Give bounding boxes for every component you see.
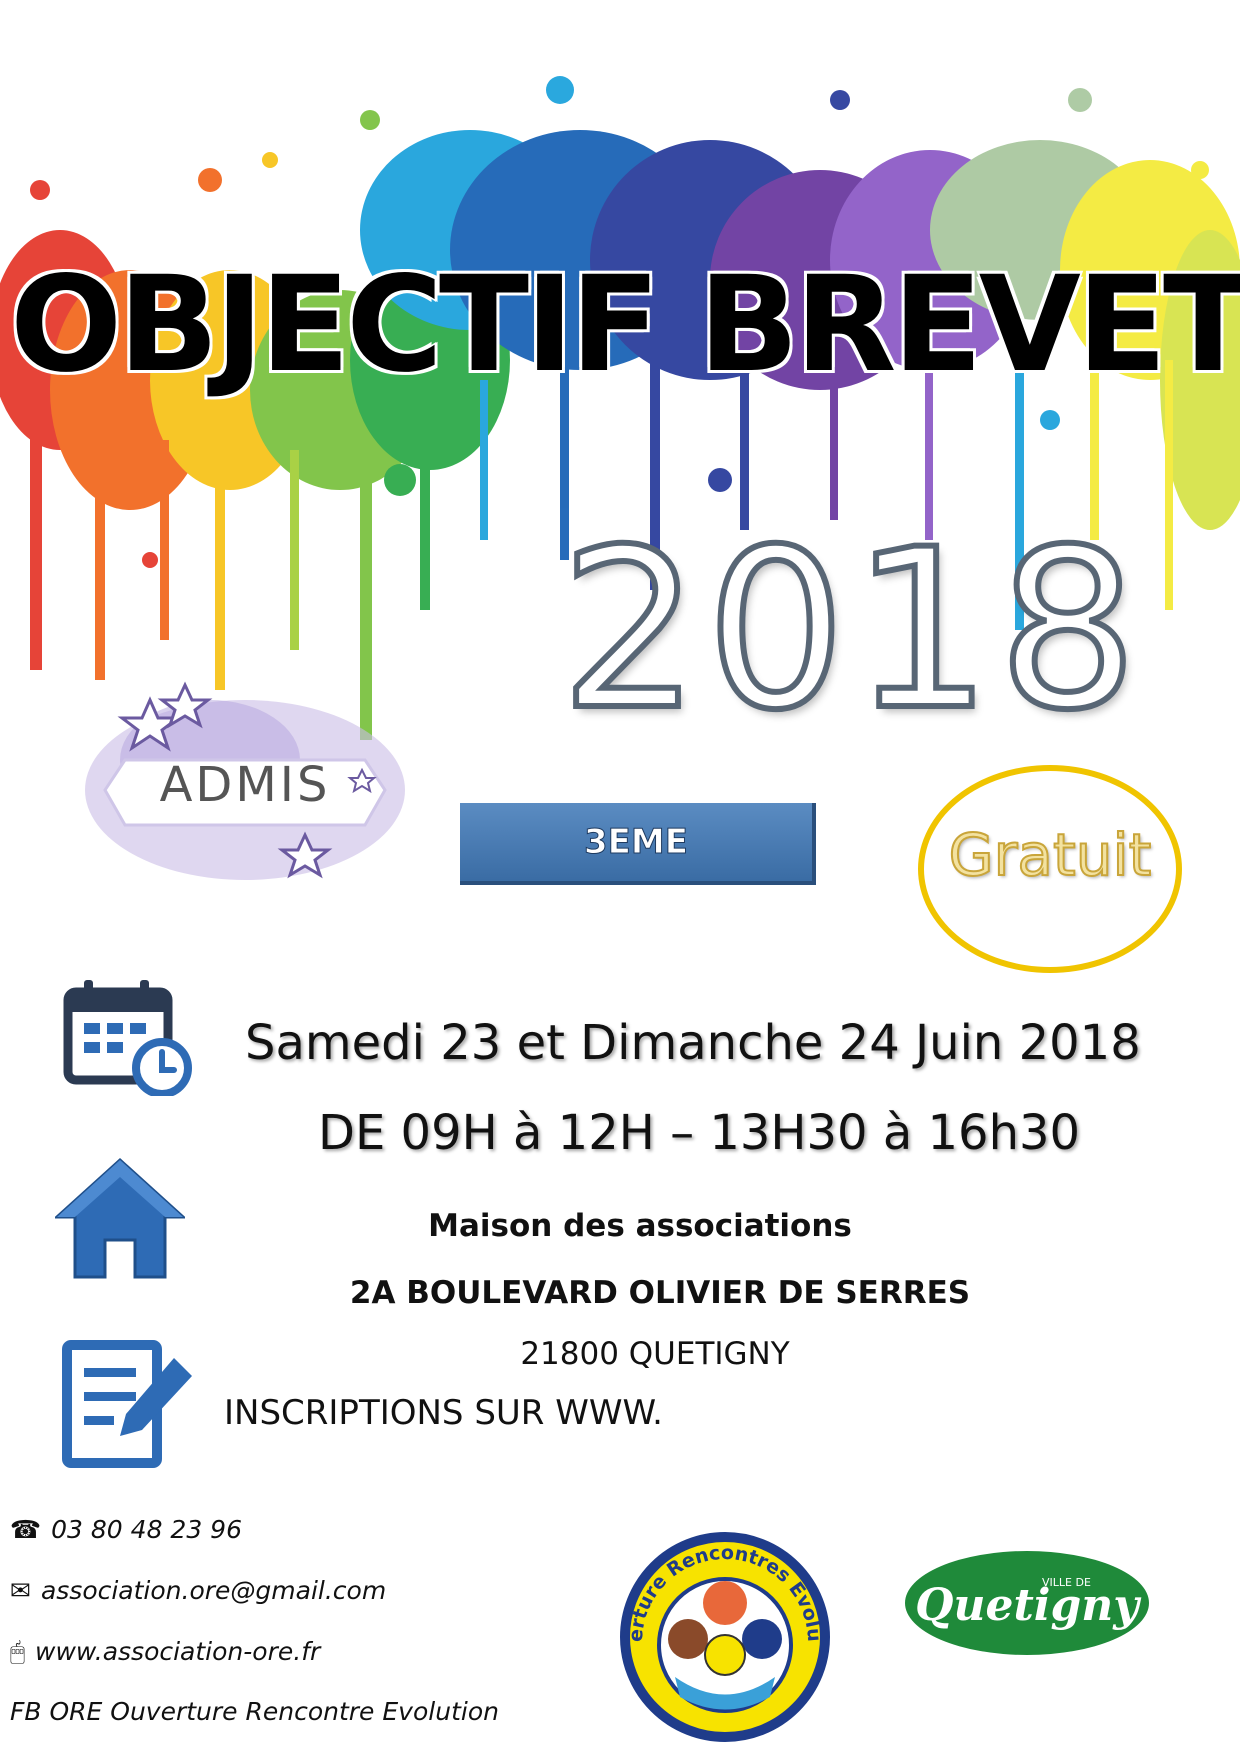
quetigny-logo-name: Quetigny <box>915 1580 1142 1631</box>
contact-phone: ☎ 03 80 48 23 96 <box>10 1515 242 1544</box>
form-edit-icon <box>62 1340 202 1470</box>
event-hours: DE 09H à 12H – 13H30 à 16h30 <box>318 1105 1080 1161</box>
website-link[interactable]: www.association-ore.fr <box>35 1637 320 1666</box>
calendar-clock-icon <box>62 978 192 1096</box>
contact-facebook: FB ORE Ouverture Rencontre Evolution <box>10 1697 499 1726</box>
price-label: Gratuit <box>924 821 1176 889</box>
price-circle: Gratuit <box>918 765 1182 973</box>
signup-text: INSCRIPTIONS SUR WWW. <box>224 1393 663 1433</box>
level-label: 3EME <box>460 803 812 881</box>
ore-logo: Ouverture Rencontres Evolution <box>620 1527 830 1742</box>
venue-city: 21800 QUETIGNY <box>490 1336 820 1372</box>
email-address[interactable]: association.ore@gmail.com <box>41 1576 386 1605</box>
home-icon <box>55 1155 185 1285</box>
event-dates: Samedi 23 et Dimanche 24 Juin 2018 <box>245 1015 1141 1071</box>
phone-number: 03 80 48 23 96 <box>51 1515 242 1544</box>
venue-name: Maison des associations <box>380 1208 900 1244</box>
phone-icon: ☎ <box>10 1515 41 1544</box>
mouse-icon: 🖱 <box>10 1637 25 1666</box>
venue-street: 2A BOULEVARD OLIVIER DE SERRES <box>310 1275 1010 1311</box>
mail-icon: ✉ <box>10 1576 31 1605</box>
contact-website: 🖱 www.association-ore.fr <box>10 1637 320 1667</box>
admis-badge-label: ADMIS <box>130 757 360 813</box>
level-box: 3EME <box>460 803 816 885</box>
contact-email: ✉ association.ore@gmail.com <box>10 1576 386 1605</box>
poster-year: 2018 <box>560 500 1180 760</box>
quetigny-logo: VILLE DE Quetigny <box>902 1548 1152 1658</box>
poster-title: OBJECTIF BREVET <box>10 250 1235 400</box>
